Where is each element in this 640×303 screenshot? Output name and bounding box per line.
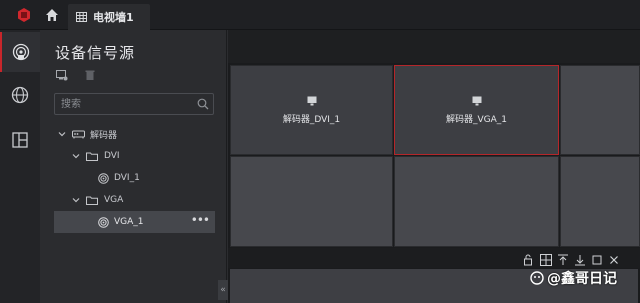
close-icon[interactable]: [608, 251, 620, 264]
tree-node-vga-1[interactable]: VGA_1 •••: [54, 211, 215, 233]
watermark-logo-icon: [530, 271, 544, 285]
home-icon[interactable]: [44, 7, 60, 23]
signal-source-panel: 设备信号源 解码器: [40, 30, 227, 303]
delete-icon[interactable]: [84, 69, 96, 81]
signal-icon: [98, 216, 109, 228]
cell-label: 解码器_DVI_1: [282, 114, 341, 125]
tree-label: 解码器: [90, 130, 118, 141]
wall-cell-5[interactable]: [394, 156, 559, 247]
folder-icon: [86, 196, 98, 205]
watermark-text: @鑫哥日记: [547, 271, 617, 287]
search-input[interactable]: [61, 96, 191, 112]
layout-icon: [12, 132, 28, 148]
tree-node-dvi[interactable]: DVI: [54, 145, 215, 167]
tree-node-dvi-1[interactable]: DVI_1: [54, 167, 215, 189]
search-box: [54, 93, 214, 115]
move-to-bottom-icon[interactable]: [574, 251, 586, 266]
unlock-icon[interactable]: [523, 251, 535, 266]
wall-cell-1[interactable]: 解码器_DVI_1: [230, 65, 393, 155]
tree-node-vga[interactable]: VGA: [54, 189, 215, 211]
app-window: 电视墙1 设备信号源 搜索 解码器 DVI DVI_1 VGA VGA_1 ••…: [0, 0, 640, 303]
video-wall-area: 解码器_DVI_1 解码器_VGA_1: [228, 30, 640, 303]
panel-title: 设备信号源: [55, 44, 136, 62]
chevron-down-icon[interactable]: [58, 130, 66, 138]
rail-network[interactable]: [0, 75, 40, 115]
watermark: @鑫哥日记: [530, 268, 617, 288]
wall-toolbar-area: [228, 30, 640, 63]
wall-cell-6[interactable]: [560, 156, 640, 247]
decoder-icon: [72, 130, 85, 138]
tab-video-wall[interactable]: 电视墙1: [68, 4, 150, 30]
top-bar: 电视墙1: [0, 0, 640, 30]
move-to-top-icon[interactable]: [557, 251, 569, 265]
tree-label: DVI_1: [114, 173, 140, 183]
tree-label: DVI: [104, 151, 120, 161]
wall-cell-4[interactable]: [230, 156, 393, 247]
search-icon[interactable]: [197, 98, 209, 110]
tree-node-decoder[interactable]: 解码器: [54, 123, 215, 145]
window-toolbar-buttons: [523, 251, 620, 266]
tree-label: VGA: [104, 195, 124, 205]
globe-icon: [11, 86, 29, 104]
cell-label: 解码器_VGA_1: [445, 114, 507, 125]
chevron-down-icon[interactable]: [72, 196, 80, 204]
monitor-icon: [307, 96, 316, 105]
rail-layout[interactable]: [0, 120, 40, 160]
more-options-button[interactable]: •••: [191, 214, 210, 226]
app-logo-icon: [18, 8, 30, 22]
signal-icon: [98, 172, 109, 184]
tree-label: VGA_1: [114, 217, 144, 227]
monitor-icon: [472, 96, 481, 105]
wall-cell-3[interactable]: [560, 65, 640, 155]
side-rail: [0, 30, 40, 303]
maximize-icon[interactable]: [591, 251, 603, 265]
video-wall-icon: [76, 12, 87, 22]
rail-signal-source[interactable]: [0, 32, 40, 72]
wall-cell-2[interactable]: 解码器_VGA_1: [394, 65, 559, 155]
tab-label: 电视墙1: [93, 11, 134, 24]
signal-source-icon: [12, 43, 30, 61]
folder-icon: [86, 152, 98, 161]
split-grid-icon[interactable]: [540, 251, 552, 266]
chevron-down-icon[interactable]: [72, 152, 80, 160]
collapse-panel-button[interactable]: «: [218, 280, 228, 300]
add-device-icon[interactable]: [56, 69, 68, 81]
